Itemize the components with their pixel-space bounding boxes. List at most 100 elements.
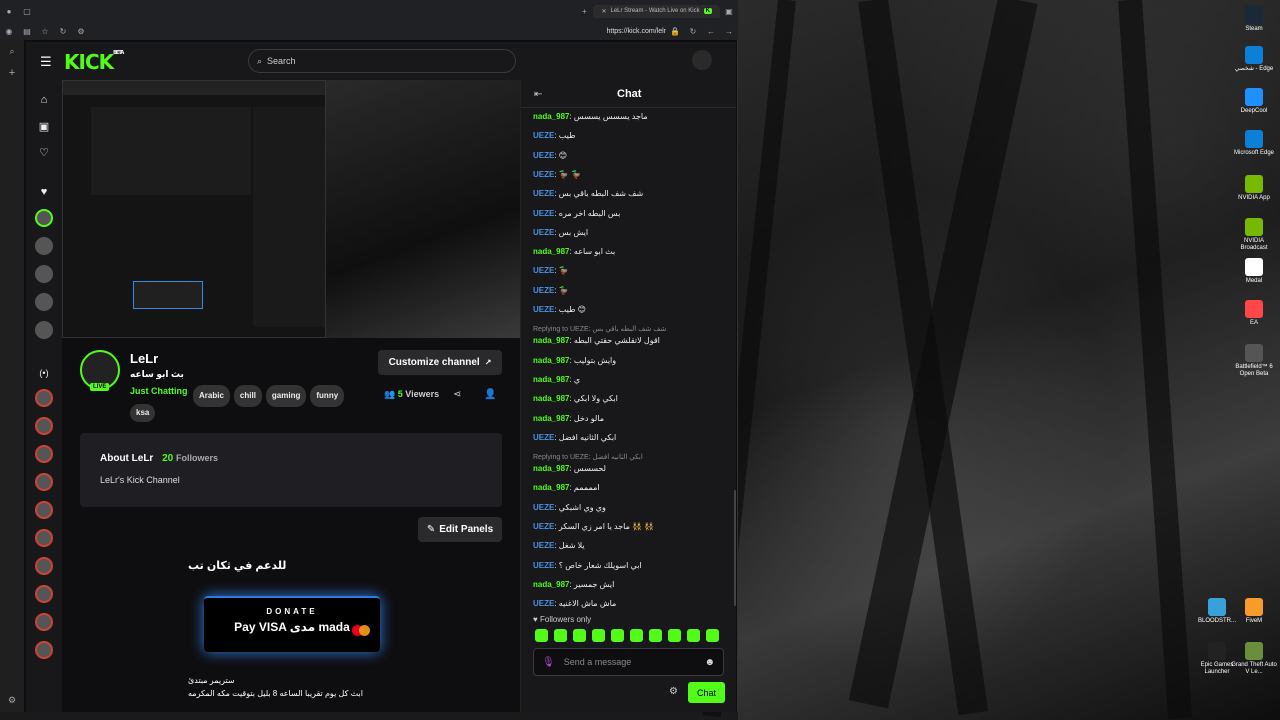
avatar[interactable]: [692, 50, 712, 70]
chat-username[interactable]: UEZE: [533, 599, 554, 608]
donate-banner[interactable]: DONATE Pay VISA مدى mada: [204, 596, 380, 652]
copilot-icon[interactable]: ◉: [3, 25, 15, 37]
chat-username[interactable]: nada_987: [533, 112, 569, 121]
chat-username[interactable]: nada_987: [533, 414, 569, 423]
desktop-shortcut[interactable]: Grand Theft Auto V Le...: [1230, 642, 1278, 676]
emote-icon[interactable]: [706, 629, 719, 642]
tag[interactable]: funny: [310, 385, 345, 407]
chat-username[interactable]: UEZE: [533, 151, 554, 160]
desktop-shortcut[interactable]: NVIDIA Broadcast: [1230, 218, 1278, 252]
desktop-shortcut[interactable]: Battlefield™ 6 Open Beta: [1230, 344, 1278, 378]
chat-username[interactable]: UEZE: [533, 561, 554, 570]
recommended-channel-avatar[interactable]: [35, 641, 53, 659]
chat-username[interactable]: UEZE: [533, 433, 554, 442]
sidebar-icon[interactable]: ▤: [21, 25, 33, 37]
desktop-shortcut[interactable]: FiveM: [1230, 598, 1278, 625]
desktop-shortcut[interactable]: Medal: [1230, 258, 1278, 285]
emote-icon[interactable]: [592, 629, 605, 642]
desktop-shortcut[interactable]: Steam: [1230, 6, 1278, 33]
recommended-channel-avatar[interactable]: [35, 473, 53, 491]
chat-username[interactable]: nada_987: [533, 336, 569, 345]
chat-username[interactable]: UEZE: [533, 286, 554, 295]
followed-channel-avatar[interactable]: [35, 265, 53, 283]
chat-username[interactable]: UEZE: [533, 266, 554, 275]
emote-icon[interactable]: [535, 629, 548, 642]
chat-username[interactable]: UEZE: [533, 503, 554, 512]
recommended-channel-avatar[interactable]: [35, 529, 53, 547]
search-input[interactable]: ⌕ Search: [248, 49, 516, 73]
add-icon[interactable]: +: [0, 67, 24, 79]
followed-channel-avatar[interactable]: [35, 321, 53, 339]
followed-channel-avatar[interactable]: [35, 293, 53, 311]
desktop-shortcut[interactable]: EA: [1230, 300, 1278, 327]
recommended-channel-avatar[interactable]: [35, 417, 53, 435]
search-icon[interactable]: ⌕: [0, 46, 24, 57]
forward-icon[interactable]: →: [723, 25, 735, 37]
emote-icon[interactable]: [554, 629, 567, 642]
new-tab-icon[interactable]: +: [578, 5, 590, 17]
chat-username[interactable]: nada_987: [533, 580, 569, 589]
video-player[interactable]: [62, 80, 520, 338]
recommended-channel-avatar[interactable]: [35, 557, 53, 575]
close-tab-icon[interactable]: ✕: [601, 8, 606, 15]
emote-icon[interactable]: [668, 629, 681, 642]
favorites-icon[interactable]: ☆: [39, 25, 51, 37]
chat-username[interactable]: nada_987: [533, 356, 569, 365]
send-chat-button[interactable]: Chat: [688, 682, 725, 703]
emote-icon[interactable]: [687, 629, 700, 642]
kick-logo[interactable]: KICKBETA: [64, 50, 124, 74]
emote-icon[interactable]: [611, 629, 624, 642]
reload-icon[interactable]: ↻: [687, 25, 699, 37]
emoji-icon[interactable]: ☻: [704, 657, 715, 668]
tag[interactable]: chill: [233, 385, 262, 407]
edge-profile-icon[interactable]: ●: [3, 5, 15, 17]
tag[interactable]: ksa: [130, 404, 156, 422]
emote-icon[interactable]: [573, 629, 586, 642]
desktop-shortcut[interactable]: NVIDIA App: [1230, 175, 1278, 202]
browse-icon[interactable]: ▣: [33, 115, 55, 137]
chat-username[interactable]: nada_987: [533, 483, 569, 492]
microphone-icon[interactable]: 🎙: [542, 657, 555, 668]
home-icon[interactable]: ⌂: [33, 89, 55, 111]
chat-username[interactable]: UEZE: [533, 305, 554, 314]
refresh-icon[interactable]: ↻: [57, 25, 69, 37]
recommended-channel-avatar[interactable]: [35, 445, 53, 463]
collapse-chat-icon[interactable]: ⇤: [534, 89, 542, 100]
emote-icon[interactable]: [630, 629, 643, 642]
tab-actions-icon[interactable]: ▢: [21, 5, 33, 17]
tag[interactable]: Arabic: [193, 385, 230, 407]
chat-username[interactable]: UEZE: [533, 189, 554, 198]
emote-icon[interactable]: [649, 629, 662, 642]
chat-scrollbar[interactable]: [734, 490, 736, 606]
hamburger-menu-icon[interactable]: ☰: [40, 54, 52, 70]
channel-name[interactable]: LeLr: [130, 351, 158, 366]
desktop-shortcut[interactable]: Microsoft Edge: [1230, 130, 1278, 157]
settings-icon[interactable]: ⚙: [0, 695, 24, 706]
edit-panels-button[interactable]: ✎ Edit Panels: [418, 517, 502, 542]
chat-username[interactable]: nada_987: [533, 464, 569, 473]
tag[interactable]: gaming: [265, 385, 307, 407]
window-restore-icon[interactable]: ▣: [723, 5, 735, 17]
back-icon[interactable]: ←: [705, 25, 717, 37]
chat-username[interactable]: nada_987: [533, 375, 569, 384]
chat-settings-icon[interactable]: ⚙: [669, 686, 678, 697]
chat-username[interactable]: UEZE: [533, 228, 554, 237]
recommended-channel-avatar[interactable]: [35, 613, 53, 631]
address-bar[interactable]: https://kick.com/lelr: [606, 28, 666, 35]
chat-username[interactable]: UEZE: [533, 170, 554, 179]
chat-username[interactable]: UEZE: [533, 541, 554, 550]
extensions-icon[interactable]: ⚙: [75, 25, 87, 37]
chat-username[interactable]: UEZE: [533, 209, 554, 218]
chat-username[interactable]: nada_987: [533, 394, 569, 403]
chat-input[interactable]: 🎙 Send a message ☻: [533, 648, 724, 676]
following-icon[interactable]: ♡: [33, 141, 55, 163]
category-link[interactable]: Just Chatting: [130, 386, 188, 396]
chat-username[interactable]: UEZE: [533, 131, 554, 140]
chat-username[interactable]: UEZE: [533, 522, 554, 531]
followed-channel-avatar[interactable]: [35, 209, 53, 227]
recommended-channel-avatar[interactable]: [35, 501, 53, 519]
followed-channel-avatar[interactable]: [35, 237, 53, 255]
tab-active[interactable]: ✕ LeLr Stream - Watch Live on Kick K: [593, 4, 720, 18]
desktop-shortcut[interactable]: DeepCool: [1230, 88, 1278, 115]
share-icon[interactable]: ⋖: [453, 389, 461, 400]
